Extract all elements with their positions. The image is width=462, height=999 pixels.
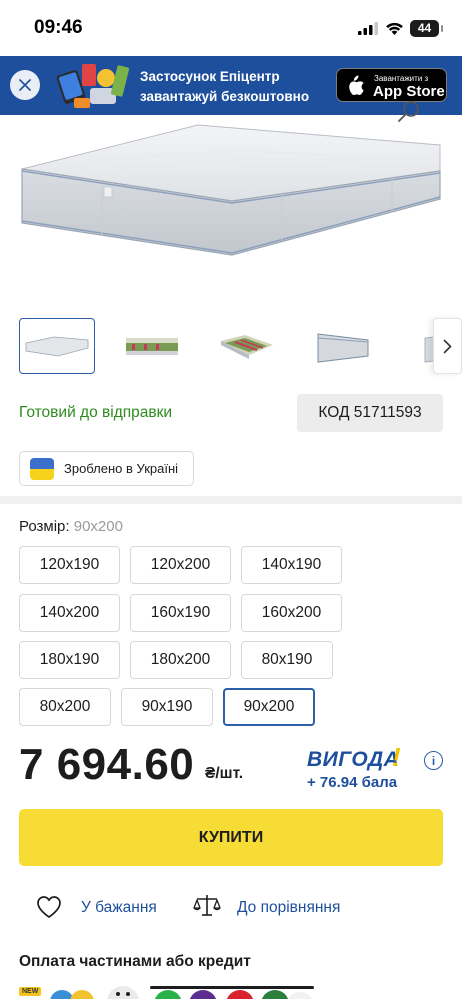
status-bar: 09:46 44: [0, 0, 462, 56]
battery-cap: [441, 25, 443, 32]
size-option[interactable]: 80x200: [19, 688, 111, 726]
size-option[interactable]: 80x190: [241, 641, 333, 679]
chevron-right-icon: [443, 339, 452, 353]
benefit-label: ВИГОДА: [307, 748, 400, 771]
wishlist-link[interactable]: У бажання: [81, 899, 157, 917]
zoom-icon[interactable]: [396, 100, 422, 126]
thumbnail-mattress-image: [25, 336, 89, 357]
status-time: 09:46: [34, 17, 83, 38]
banner-line2: завантажуй безкоштовно: [140, 89, 310, 104]
size-label: Розмір: 90x200: [19, 518, 123, 535]
compare-link[interactable]: До порівняння: [237, 899, 340, 917]
banner-text: Застосунок Епіцентр завантажуй безкоштов…: [140, 67, 309, 107]
price-unit: ₴/шт.: [205, 765, 244, 782]
size-option[interactable]: 90x190: [121, 688, 213, 726]
thumbnail[interactable]: [209, 318, 285, 374]
store-big-label: App Store: [373, 83, 445, 100]
store-small-label: Завантажити з: [374, 74, 429, 83]
heart-icon[interactable]: [36, 895, 62, 919]
thumbnail-strip: [0, 318, 462, 376]
info-icon[interactable]: i: [424, 751, 443, 770]
app-banner[interactable]: Застосунок Епіцентр завантажуй безкоштов…: [0, 56, 462, 115]
payment-partner-logos: NEW: [0, 982, 462, 999]
product-code: КОД 51711593: [297, 394, 443, 432]
partner-logos-image: [50, 986, 314, 999]
banner-line1: Застосунок Епіцентр: [140, 69, 280, 84]
section-divider: [0, 496, 462, 504]
ukraine-flag-icon: [30, 458, 54, 480]
size-option[interactable]: 120x200: [130, 546, 231, 584]
app-store-button[interactable]: Завантажити з App Store: [336, 68, 447, 102]
thumbnail[interactable]: [114, 318, 190, 374]
size-option[interactable]: 140x190: [241, 546, 342, 584]
close-banner-button[interactable]: [10, 70, 40, 100]
thumbnails-next-button[interactable]: [433, 318, 462, 374]
size-key: Розмір:: [19, 518, 70, 535]
size-option[interactable]: 180x200: [130, 641, 231, 679]
product-image[interactable]: [0, 115, 462, 300]
size-option[interactable]: 160x190: [130, 594, 231, 632]
thumbnail-side-image: [317, 333, 369, 363]
product-price: 7 694.60: [19, 740, 195, 789]
bonus-points: + 76.94 бала: [307, 774, 398, 791]
size-option[interactable]: 160x200: [241, 594, 342, 632]
size-selected-value: 90x200: [73, 518, 123, 535]
scales-icon[interactable]: [193, 893, 221, 919]
availability-status: Готовий до відправки: [19, 404, 173, 421]
credit-section-title: Оплата частинами або кредит: [19, 953, 251, 970]
size-option[interactable]: 140x200: [19, 594, 120, 632]
size-option[interactable]: 180x190: [19, 641, 120, 679]
cellular-signal-icon: [358, 22, 378, 35]
wifi-icon: [386, 22, 403, 35]
thumbnail[interactable]: [304, 318, 380, 374]
thumbnail-layers-image: [126, 338, 178, 355]
apple-icon: [349, 75, 364, 96]
close-icon: [19, 79, 31, 91]
buy-button[interactable]: КУПИТИ: [19, 809, 443, 866]
size-option-selected[interactable]: 90x200: [223, 688, 315, 726]
battery-icon: 44: [410, 20, 439, 37]
thumbnail[interactable]: [19, 318, 95, 374]
app-promo-image: [56, 64, 130, 108]
made-in-ukraine-badge: Зроблено в Україні: [19, 451, 194, 486]
thumbnail-cutaway-image: [221, 335, 273, 359]
benefit-exclamation-icon: !: [392, 742, 401, 772]
made-in-label: Зроблено в Україні: [64, 461, 179, 476]
size-option[interactable]: 120x190: [19, 546, 120, 584]
mattress-image: [21, 124, 441, 256]
